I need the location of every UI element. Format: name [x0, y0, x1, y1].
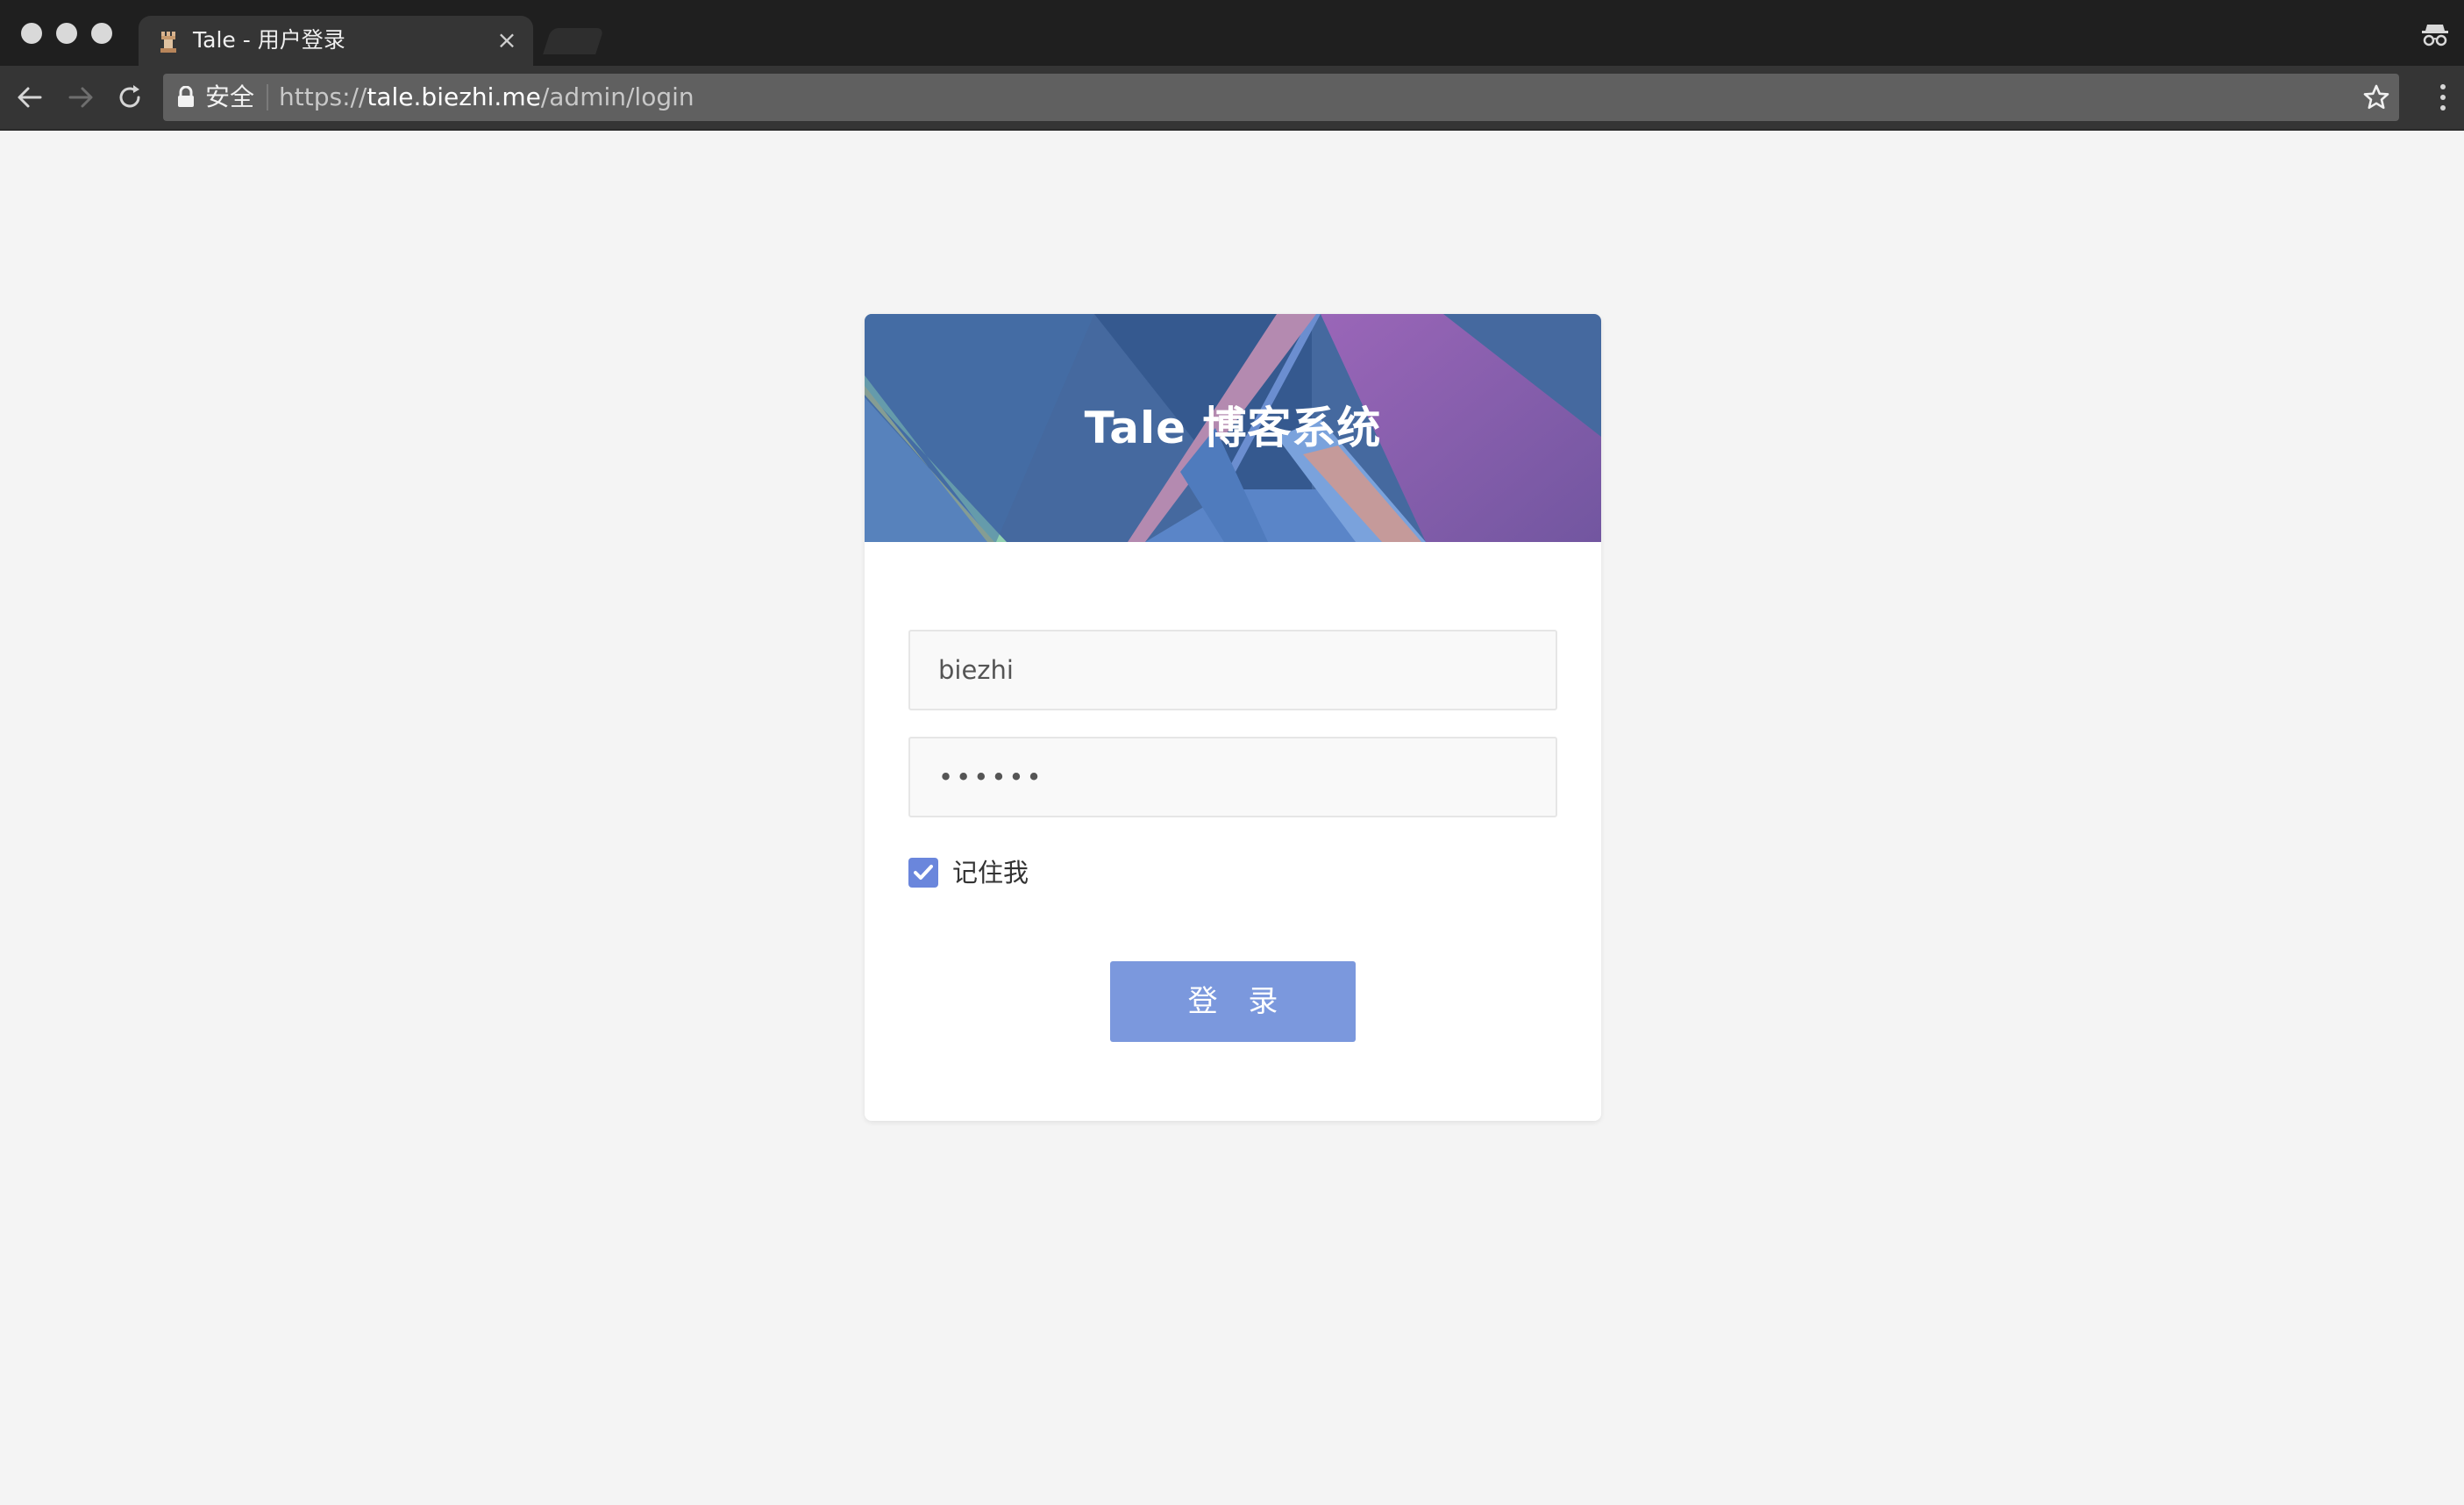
- browser-tab[interactable]: Tale - 用户登录 ×: [139, 16, 533, 66]
- login-button[interactable]: 登 录: [1110, 961, 1356, 1042]
- login-card-header: Tale 博客系统: [865, 314, 1601, 542]
- password-input[interactable]: [908, 737, 1557, 817]
- browser-toolbar: 安全 https://tale.biezhi.me/admin/login: [0, 66, 2464, 131]
- url-scheme: https://: [279, 82, 367, 111]
- kebab-menu-icon[interactable]: [2438, 82, 2448, 113]
- back-arrow-icon[interactable]: [12, 80, 47, 115]
- browser-tab-bar: Tale - 用户登录 ×: [0, 0, 2464, 66]
- lock-icon: [178, 86, 194, 107]
- address-bar-divider: [267, 84, 268, 111]
- close-window-dot[interactable]: [21, 23, 42, 44]
- username-input[interactable]: [908, 630, 1557, 710]
- chess-rook-icon: [160, 32, 176, 53]
- remember-me-label: 记住我: [952, 858, 1029, 888]
- minimize-window-dot[interactable]: [56, 23, 77, 44]
- url-host: tale.biezhi.me: [367, 82, 541, 111]
- reload-icon[interactable]: [112, 80, 147, 115]
- login-card: Tale 博客系统 记住我 登 录: [865, 314, 1601, 1121]
- address-bar[interactable]: 安全 https://tale.biezhi.me/admin/login: [163, 74, 2399, 121]
- maximize-window-dot[interactable]: [91, 23, 112, 44]
- forward-arrow-icon[interactable]: [63, 80, 98, 115]
- tab-title: Tale - 用户登录: [193, 27, 345, 53]
- security-label: 安全: [205, 82, 255, 111]
- url-text[interactable]: https://tale.biezhi.me/admin/login: [279, 82, 694, 112]
- login-title: Tale 博客系统: [1084, 403, 1382, 453]
- star-icon[interactable]: [2362, 83, 2390, 111]
- url-path: /admin/login: [540, 82, 694, 111]
- tab-close-icon[interactable]: ×: [493, 26, 521, 54]
- new-tab-button[interactable]: [543, 28, 604, 54]
- remember-me-checkbox[interactable]: [908, 858, 938, 888]
- checkmark-icon: [914, 865, 933, 880]
- incognito-icon: [2422, 25, 2448, 46]
